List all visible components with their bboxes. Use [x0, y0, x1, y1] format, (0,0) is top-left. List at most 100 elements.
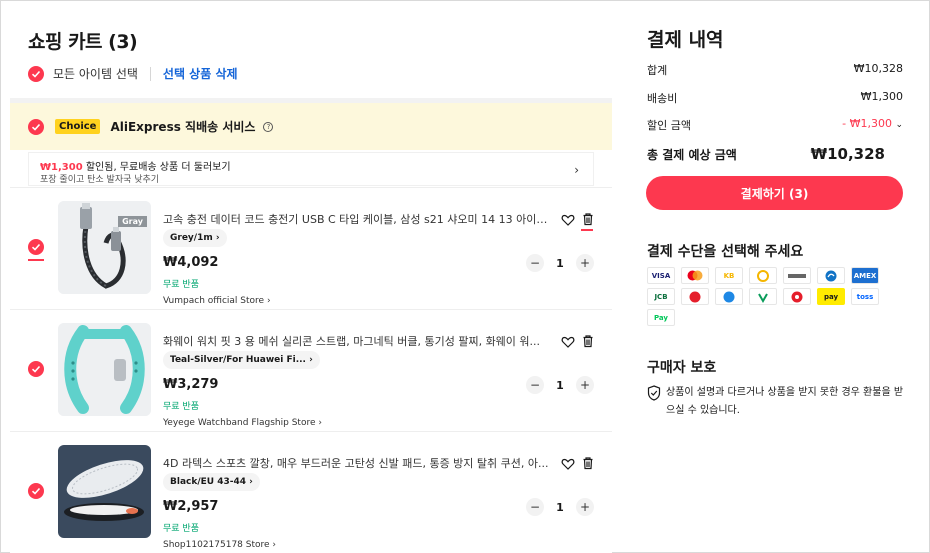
heart-icon[interactable]	[561, 456, 575, 470]
samsung-card-logo-icon	[715, 288, 743, 305]
heart-icon[interactable]	[561, 334, 575, 348]
buyer-protection-title: 구매자 보호	[647, 360, 717, 376]
check-icon	[31, 123, 41, 131]
increase-button[interactable]: +	[576, 254, 594, 272]
item-checkbox[interactable]	[28, 483, 44, 499]
buyer-protection: 구매자 보호 상품이 설명과 다르거나 상품을 받지 못한 경우 환불을 받으실…	[628, 343, 920, 431]
chevron-right-icon: ›	[574, 163, 579, 177]
decrease-button[interactable]: −	[526, 498, 544, 516]
kakaobank-logo-icon	[749, 267, 777, 284]
cart-item: 화웨이 워치 핏 3 용 메쉬 실리콘 스트랩, 마그네틱 버클, 통기성 팔찌…	[10, 310, 612, 430]
free-return-label: 무료 반품	[163, 524, 199, 534]
variant-selector[interactable]: Black/EU 43-44 ›	[163, 473, 260, 491]
variant-label: Black/EU 43-44	[170, 477, 246, 487]
delete-selected-link[interactable]: 선택 상품 삭제	[163, 65, 238, 82]
visa-logo-icon: VISA	[647, 267, 675, 284]
free-return-label: 무료 반품	[163, 402, 199, 412]
summary-title: 결제 내역	[647, 29, 724, 51]
quantity-value[interactable]: 1	[544, 379, 576, 392]
quantity-value[interactable]: 1	[544, 257, 576, 270]
usb-cable-image	[58, 201, 151, 294]
check-icon	[31, 487, 41, 495]
promo-banner[interactable]: ₩1,300 할인됨, 무료배송 상품 더 둘러보기 포장 줄이고 탄소 발자국…	[28, 152, 594, 186]
page-title: 쇼핑 카트 (3)	[28, 31, 138, 53]
store-name: Yeyege Watchband Flagship Store	[163, 418, 316, 428]
nh-card-logo-icon	[749, 288, 777, 305]
image-variant-tag: Gray	[118, 216, 147, 227]
cart-item: Gray 고속 충전 데이터 코드 충전기 USB C 타입 케이블, 삼성 s…	[10, 188, 612, 308]
info-icon[interactable]: ?	[263, 121, 274, 132]
choice-label: AliExpress 직배송 서비스	[110, 120, 256, 134]
checkout-button[interactable]: 결제하기 (3)	[646, 176, 903, 210]
store-name: Shop1102175178 Store	[163, 540, 270, 550]
heart-icon[interactable]	[561, 212, 575, 226]
check-icon	[31, 70, 41, 78]
variant-label: Teal-Silver/For Huawei Fi...	[170, 355, 306, 365]
shipping-value: ₩1,300	[860, 90, 903, 103]
focus-underline	[28, 259, 44, 261]
discount-row[interactable]: 할인 금액 - ₩1,300 ⌄	[647, 117, 903, 133]
item-checkbox[interactable]	[28, 239, 44, 255]
free-return-label: 무료 반품	[163, 280, 199, 290]
product-image[interactable]	[58, 323, 151, 416]
increase-button[interactable]: +	[576, 376, 594, 394]
select-all-label[interactable]: 모든 아이템 선택	[53, 65, 138, 82]
choice-header: Choice AliExpress 직배송 서비스 ?	[10, 103, 612, 150]
promo-subtext: 포장 줄이고 탄소 발자국 낮추기	[40, 175, 160, 185]
product-image[interactable]: Gray	[58, 201, 151, 294]
increase-button[interactable]: +	[576, 498, 594, 516]
item-price: ₩4,092	[163, 255, 219, 270]
item-title[interactable]: 고속 충전 데이터 코드 충전기 USB C 타입 케이블, 삼성 s21 샤오…	[163, 211, 555, 227]
quantity-value[interactable]: 1	[544, 501, 576, 514]
hyundai-card-logo-icon	[783, 267, 811, 284]
toss-logo-icon: toss	[851, 288, 879, 305]
total-label: 총 결제 예상 금액	[647, 147, 737, 162]
item-price: ₩2,957	[163, 499, 219, 514]
trash-icon[interactable]	[581, 211, 595, 226]
chevron-down-icon[interactable]: ⌄	[895, 120, 903, 130]
kb-card-logo-icon: KB	[715, 267, 743, 284]
item-price: ₩3,279	[163, 377, 219, 392]
cart-item: 4D 라텍스 스포츠 깔창, 매우 부드러운 고탄성 신발 패드, 통증 방지 …	[10, 432, 612, 552]
quantity-stepper: − 1 +	[526, 376, 594, 394]
item-title[interactable]: 4D 라텍스 스포츠 깔창, 매우 부드러운 고탄성 신발 패드, 통증 방지 …	[163, 455, 555, 471]
item-checkbox[interactable]	[28, 361, 44, 377]
payment-methods: 결제 수단을 선택해 주세요 VISA KB AMEX JCB pay toss…	[628, 228, 920, 338]
subtotal-value: ₩10,328	[853, 62, 903, 75]
item-title[interactable]: 화웨이 워치 핏 3 용 메쉬 실리콘 스트랩, 마그네틱 버클, 통기성 팔찌…	[163, 333, 555, 349]
quantity-stepper: − 1 +	[526, 254, 594, 272]
decrease-button[interactable]: −	[526, 376, 544, 394]
variant-selector[interactable]: Grey/1m ›	[163, 229, 227, 247]
mastercard-logo-icon	[681, 267, 709, 284]
subtotal-label: 합계	[647, 64, 668, 77]
trash-icon[interactable]	[581, 455, 595, 470]
buyer-protection-row: 상품이 설명과 다르거나 상품을 받지 못한 경우 환불을 받으실 수 있습니다…	[647, 384, 912, 420]
total-value: ₩10,328	[810, 145, 885, 163]
product-image[interactable]	[58, 445, 151, 538]
shield-check-icon	[647, 385, 661, 401]
naver-pay-logo-icon: Pay	[647, 309, 675, 326]
quantity-stepper: − 1 +	[526, 498, 594, 516]
choice-group-checkbox[interactable]	[28, 118, 44, 135]
shipping-label: 배송비	[647, 92, 678, 105]
store-link[interactable]: Yeyege Watchband Flagship Store ›	[163, 418, 322, 428]
focus-underline	[581, 229, 593, 231]
shinhan-card-logo-icon	[817, 267, 845, 284]
lotte-card-logo-icon	[681, 288, 709, 305]
subtotal-row: 합계 ₩10,328	[647, 62, 903, 78]
variant-selector[interactable]: Teal-Silver/For Huawei Fi... ›	[163, 351, 320, 369]
variant-label: Grey/1m	[170, 233, 213, 243]
decrease-button[interactable]: −	[526, 254, 544, 272]
kakaopay-logo-icon: pay	[817, 288, 845, 305]
select-all-checkbox[interactable]	[28, 65, 44, 82]
store-link[interactable]: Shop1102175178 Store ›	[163, 540, 276, 550]
divider	[149, 66, 151, 81]
shipping-row: 배송비 ₩1,300	[647, 90, 903, 106]
insole-image	[58, 445, 151, 538]
discount-value: - ₩1,300	[842, 117, 892, 130]
check-icon	[31, 243, 41, 251]
trash-icon[interactable]	[581, 333, 595, 348]
watch-strap-image	[58, 323, 151, 416]
store-link[interactable]: Vumpach official Store ›	[163, 296, 271, 306]
choice-badge: Choice	[55, 119, 101, 134]
